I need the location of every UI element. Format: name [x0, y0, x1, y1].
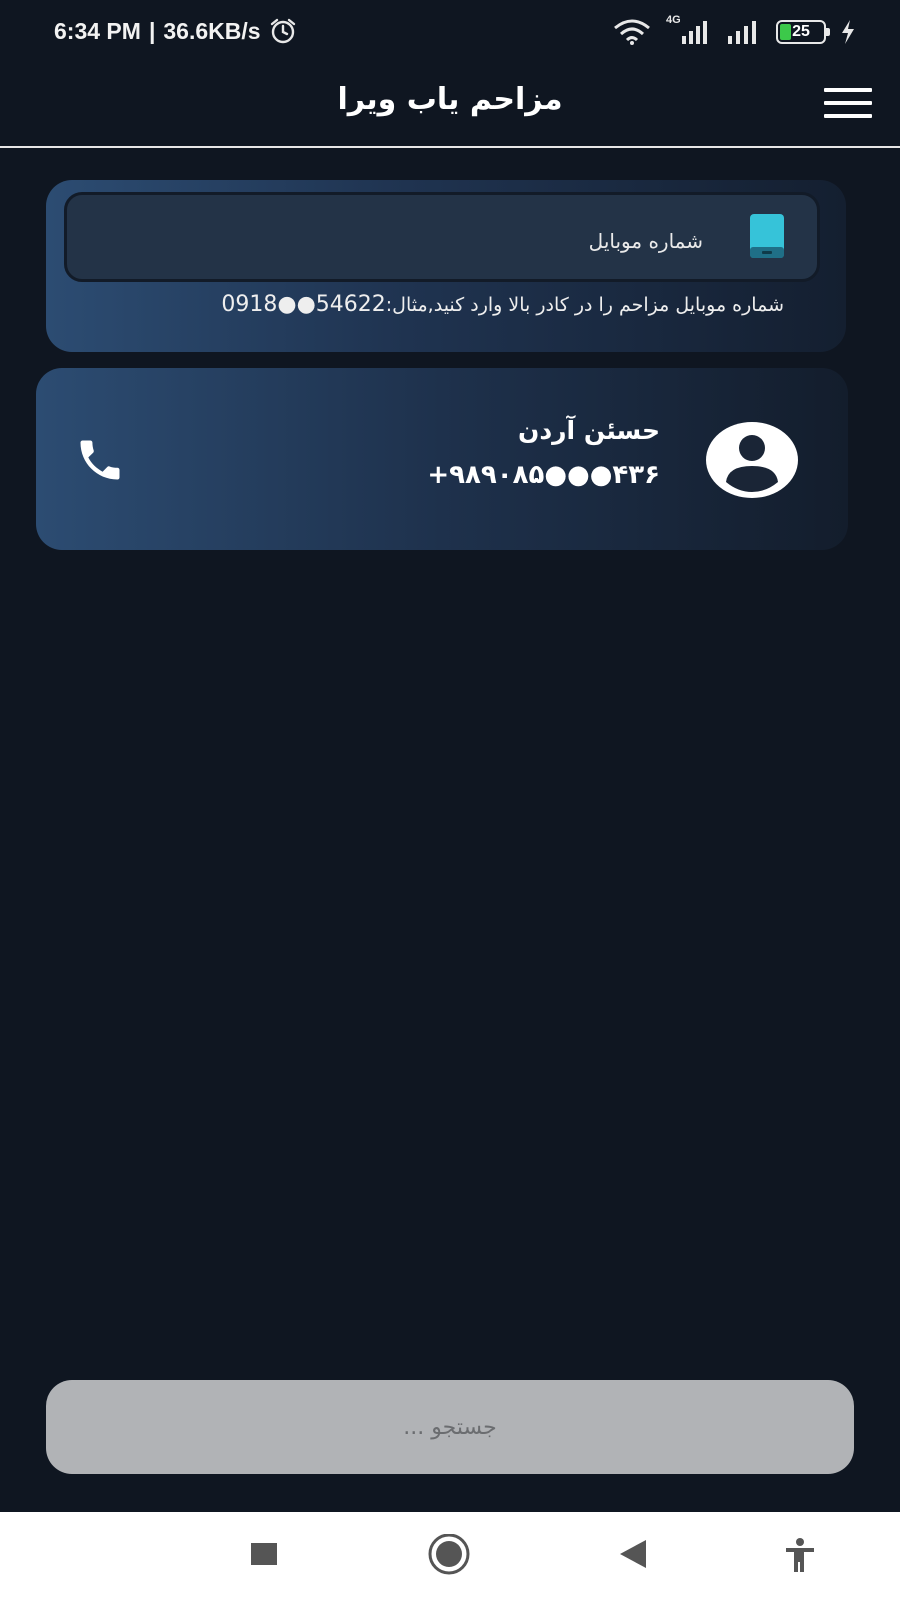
hamburger-icon: [824, 88, 872, 118]
status-speed: 36.6KB/s: [163, 17, 261, 44]
mobile-input-card: شماره موبایل شماره موبایل مزاحم را در کا…: [46, 180, 846, 352]
contact-number: +۹۸۹۰۸۵●●●۴۳۶: [427, 460, 660, 490]
app-screen: 6:34 PM | 36.6KB/s 4G 25 مزاحم یاب ویرا …: [0, 0, 900, 1600]
battery-icon: 25: [776, 20, 830, 44]
hint-example-number: 0918●●54622: [221, 292, 386, 317]
system-nav-bar: [0, 1512, 900, 1600]
back-triangle-icon: [620, 1540, 646, 1568]
contact-name: حسئن آردن: [518, 416, 660, 445]
status-left: 6:34 PM | 36.6KB/s: [54, 17, 297, 45]
phone-call-icon: [80, 440, 120, 480]
accessibility-icon: [786, 1538, 814, 1572]
home-button[interactable]: [427, 1533, 471, 1578]
accessibility-button[interactable]: [778, 1534, 822, 1578]
search-input[interactable]: [46, 1380, 854, 1474]
status-separator: |: [148, 17, 156, 44]
status-bar: 6:34 PM | 36.6KB/s 4G 25: [0, 0, 900, 66]
contact-result-card[interactable]: حسئن آردن +۹۸۹۰۸۵●●●۴۳۶: [36, 368, 848, 550]
person-avatar-icon: [706, 422, 798, 498]
mobile-field-label: شماره موبایل: [588, 229, 703, 253]
status-right: 4G 25: [612, 14, 856, 46]
alarm-icon: [270, 18, 295, 44]
menu-button[interactable]: [822, 84, 874, 122]
hint-text: شماره موبایل مزاحم را در کادر بالا وارد …: [221, 292, 784, 317]
mobile-number-field[interactable]: شماره موبایل: [64, 192, 820, 282]
battery-nub: [826, 28, 830, 36]
battery-level: 25: [792, 23, 810, 40]
status-time: 6:34 PM: [54, 17, 141, 44]
signal-icon-2: [728, 21, 756, 44]
recents-square-icon: [251, 1543, 277, 1565]
wifi-icon: [614, 19, 650, 45]
page-title: مزاحم یاب ویرا: [337, 82, 563, 117]
mobile-phone-icon: [750, 214, 784, 258]
call-button[interactable]: [74, 434, 126, 486]
app-bar: مزاحم یاب ویرا: [0, 66, 900, 148]
hint-message: شماره موبایل مزاحم را در کادر بالا وارد …: [385, 294, 784, 316]
recents-button[interactable]: [242, 1534, 286, 1578]
signal-icon: [682, 21, 707, 44]
back-button[interactable]: [612, 1534, 656, 1578]
charging-icon: [842, 20, 854, 44]
signal-4g-group: 4G: [666, 14, 712, 46]
home-circle-icon: [428, 1533, 470, 1575]
